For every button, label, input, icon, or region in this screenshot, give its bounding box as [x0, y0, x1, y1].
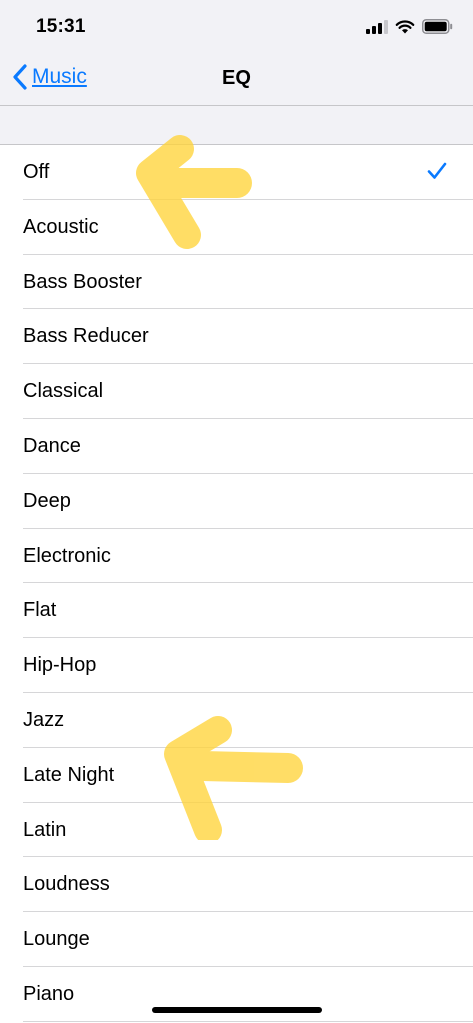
eq-option-lounge[interactable]: Lounge — [0, 912, 473, 967]
eq-option-loudness[interactable]: Loudness — [0, 857, 473, 912]
page-title: EQ — [222, 67, 251, 89]
status-icons — [366, 19, 453, 34]
eq-option-jazz[interactable]: Jazz — [0, 693, 473, 748]
eq-option-label: Bass Booster — [23, 270, 142, 293]
eq-option-label: Flat — [23, 599, 57, 622]
eq-option-label: Piano — [23, 982, 75, 1005]
status-bar: 15:31 — [0, 0, 473, 52]
status-time: 15:31 — [36, 16, 86, 37]
eq-option-label: Latin — [23, 818, 67, 841]
eq-option-classical[interactable]: Classical — [0, 364, 473, 419]
eq-option-acoustic[interactable]: Acoustic — [0, 200, 473, 255]
eq-option-piano[interactable]: Piano — [0, 967, 473, 1022]
eq-option-hip-hop[interactable]: Hip-Hop — [0, 638, 473, 693]
eq-option-label: Loudness — [23, 873, 110, 896]
checkmark-icon — [427, 162, 447, 179]
eq-option-deep[interactable]: Deep — [0, 474, 473, 529]
eq-option-latin[interactable]: Latin — [0, 803, 473, 858]
eq-option-label: Classical — [23, 380, 104, 403]
eq-option-label: Off — [23, 161, 50, 183]
eq-option-label: Jazz — [23, 708, 65, 731]
eq-option-bass-reducer[interactable]: Bass Reducer — [0, 309, 473, 364]
eq-option-flat[interactable]: Flat — [0, 583, 473, 638]
eq-option-label: Lounge — [23, 928, 90, 951]
cellular-signal-icon — [366, 19, 388, 34]
eq-option-electronic[interactable]: Electronic — [0, 529, 473, 584]
eq-option-late-night[interactable]: Late Night — [0, 748, 473, 803]
eq-option-label: Late Night — [23, 763, 115, 786]
eq-option-label: Electronic — [23, 544, 111, 567]
eq-option-label: Hip-Hop — [23, 654, 97, 677]
eq-option-dance[interactable]: Dance — [0, 419, 473, 474]
eq-option-label: Acoustic — [23, 215, 99, 238]
home-indicator — [152, 1007, 322, 1013]
eq-option-label: Deep — [23, 489, 71, 512]
eq-options-list: Off Acoustic Bass Booster Bass Reducer Class… — [0, 145, 473, 1022]
navigation-bar: Music EQ — [0, 52, 473, 106]
eq-option-bass-booster[interactable]: Bass Booster — [0, 255, 473, 310]
eq-option-label: Bass Reducer — [23, 325, 149, 348]
section-header-spacer — [0, 106, 473, 145]
wifi-icon — [395, 19, 415, 33]
eq-option-off[interactable]: Off — [0, 145, 473, 200]
battery-icon — [422, 19, 453, 34]
eq-option-label: Dance — [23, 434, 81, 457]
